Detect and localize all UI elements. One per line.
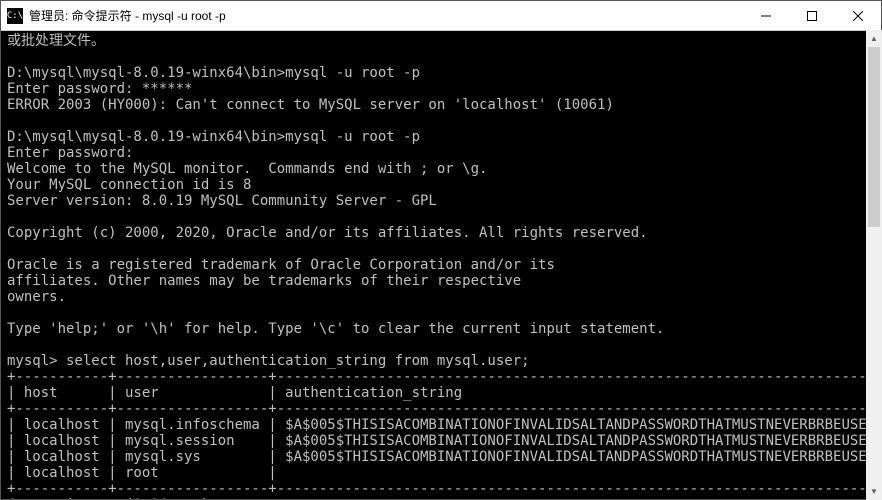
- output-line: Server version: 8.0.19 MySQL Community S…: [7, 193, 437, 209]
- table-border: +-----------+------------------+--------…: [7, 369, 881, 385]
- table-border: +-----------+------------------+--------…: [7, 481, 881, 497]
- output-line: mysql> select host,user,authentication_s…: [7, 353, 530, 369]
- cmd-icon: C:\: [7, 8, 23, 24]
- table-row: | localhost | mysql.session | $A$005$THI…: [7, 433, 881, 449]
- table-row: | localhost | mysql.sys | $A$005$THISISA…: [7, 449, 881, 465]
- close-button[interactable]: [835, 1, 881, 30]
- output-line: Enter password: ******: [7, 81, 192, 97]
- window-controls: [743, 1, 881, 30]
- output-line: 或批处理文件。: [7, 33, 105, 49]
- table-row: | localhost | mysql.infoschema | $A$005$…: [7, 417, 881, 433]
- scrollbar[interactable]: ▲ ▼: [866, 30, 882, 500]
- window-title: 管理员: 命令提示符 - mysql -u root -p: [29, 7, 226, 24]
- output-line: Welcome to the MySQL monitor. Commands e…: [7, 161, 487, 177]
- scroll-up-arrow-icon[interactable]: ▲: [866, 30, 882, 47]
- output-line: 4 rows in set (0.04 sec): [7, 497, 209, 499]
- output-line: Enter password:: [7, 145, 133, 161]
- output-line: D:\mysql\mysql-8.0.19-winx64\bin>mysql -…: [7, 129, 420, 145]
- output-line: Type 'help;' or '\h' for help. Type '\c'…: [7, 321, 664, 337]
- maximize-button[interactable]: [789, 1, 835, 30]
- output-line: Copyright (c) 2000, 2020, Oracle and/or …: [7, 225, 648, 241]
- title-left: C:\ 管理员: 命令提示符 - mysql -u root -p: [1, 7, 226, 24]
- table-header: | host | user | authentication_string |: [7, 385, 881, 401]
- scroll-track[interactable]: [866, 47, 882, 483]
- output-line: owners.: [7, 289, 66, 305]
- table-row: | localhost | root | |: [7, 465, 881, 481]
- output-line: Oracle is a registered trademark of Orac…: [7, 257, 555, 273]
- output-line: Your MySQL connection id is 8: [7, 177, 251, 193]
- output-line: D:\mysql\mysql-8.0.19-winx64\bin>mysql -…: [7, 65, 420, 81]
- terminal-area[interactable]: 或批处理文件。 D:\mysql\mysql-8.0.19-winx64\bin…: [1, 31, 881, 499]
- table-border: +-----------+------------------+--------…: [7, 401, 881, 417]
- minimize-button[interactable]: [743, 1, 789, 30]
- titlebar[interactable]: C:\ 管理员: 命令提示符 - mysql -u root -p: [1, 1, 881, 31]
- scroll-down-arrow-icon[interactable]: ▼: [866, 483, 882, 500]
- output-line: affiliates. Other names may be trademark…: [7, 273, 521, 289]
- scroll-thumb[interactable]: [868, 47, 880, 227]
- output-line: ERROR 2003 (HY000): Can't connect to MyS…: [7, 97, 614, 113]
